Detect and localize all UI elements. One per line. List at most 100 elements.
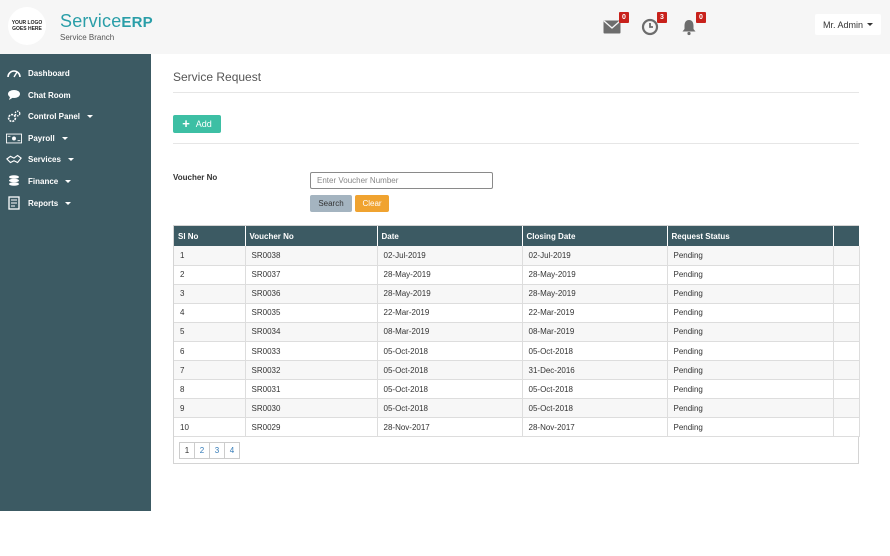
cell-sl-no: 2 [174,265,246,285]
cell-actions [833,322,860,342]
cell-actions [833,398,860,419]
sidebar-item-chat-room[interactable]: Chat Room [0,85,151,105]
page-link-2[interactable]: 2 [194,442,210,459]
cell-sl-no: 3 [174,284,246,304]
cell-date: 02-Jul-2019 [377,246,523,266]
table-header-row: Sl No Voucher No Date Closing Date Reque… [174,226,860,246]
cell-voucher-no: SR0038 [245,246,378,266]
cell-status: Pending [667,398,834,419]
sidebar-item-label: Control Panel [28,111,81,121]
table-row[interactable]: 6 SR0033 05-Oct-2018 05-Oct-2018 Pending [174,341,860,362]
notifications-badge: 0 [696,12,706,23]
messages-badge: 0 [619,12,629,23]
page-link-4[interactable]: 4 [224,442,240,459]
cell-actions [833,265,860,285]
column-header-date[interactable]: Date [377,226,523,246]
table-row[interactable]: 3 SR0036 28-May-2019 28-May-2019 Pending [174,284,860,304]
cell-actions [833,284,860,304]
cell-closing-date: 05-Oct-2018 [522,398,668,419]
chevron-down-icon [87,114,94,118]
service-request-table: Sl No Voucher No Date Closing Date Reque… [174,226,860,438]
cell-closing-date: 28-May-2019 [522,284,668,304]
cell-date: 28-May-2019 [377,284,523,304]
column-header-sl-no[interactable]: Sl No [174,226,246,246]
cell-voucher-no: SR0035 [245,303,378,323]
cell-date: 22-Mar-2019 [377,303,523,323]
sidebar-item-services[interactable]: Services [0,149,151,169]
cell-closing-date: 28-May-2019 [522,265,668,285]
chevron-down-icon [867,23,873,26]
sidebar-item-label: Reports [28,198,59,208]
table-row[interactable]: 9 SR0030 05-Oct-2018 05-Oct-2018 Pending [174,398,860,419]
table-row[interactable]: 10 SR0029 28-Nov-2017 28-Nov-2017 Pendin… [174,417,860,438]
sidebar-item-label: Chat Room [28,90,71,100]
page-link-3[interactable]: 3 [209,442,225,459]
cell-sl-no: 5 [174,322,246,342]
cell-closing-date: 02-Jul-2019 [522,246,668,266]
column-header-request-status[interactable]: Request Status [667,226,834,246]
cell-date: 05-Oct-2018 [377,379,523,400]
cell-status: Pending [667,246,834,266]
brand-subtitle: Service Branch [60,33,115,42]
cell-actions [833,303,860,323]
page-link-1[interactable]: 1 [179,442,195,459]
cell-closing-date: 08-Mar-2019 [522,322,668,342]
cell-actions [833,379,860,400]
user-menu-button[interactable]: Mr. Admin [815,14,881,35]
clear-button[interactable]: Clear [355,195,389,212]
table-row[interactable]: 5 SR0034 08-Mar-2019 08-Mar-2019 Pending [174,322,860,342]
cell-closing-date: 05-Oct-2018 [522,341,668,362]
cell-status: Pending [667,265,834,285]
cell-sl-no: 6 [174,341,246,362]
coins-icon [6,174,22,188]
cell-voucher-no: SR0034 [245,322,378,342]
cell-sl-no: 10 [174,417,246,438]
cell-date: 28-May-2019 [377,265,523,285]
company-logo[interactable]: YOUR LOGO GOES HERE [8,7,46,45]
table-row[interactable]: 4 SR0035 22-Mar-2019 22-Mar-2019 Pending [174,303,860,323]
reminders-button[interactable]: 3 [641,12,667,36]
cell-actions [833,246,860,266]
table-row[interactable]: 2 SR0037 28-May-2019 28-May-2019 Pending [174,265,860,285]
cell-voucher-no: SR0036 [245,284,378,304]
column-header-voucher-no[interactable]: Voucher No [245,226,378,246]
cell-status: Pending [667,360,834,381]
cell-date: 05-Oct-2018 [377,341,523,362]
cell-status: Pending [667,284,834,304]
cell-sl-no: 1 [174,246,246,266]
column-header-closing-date[interactable]: Closing Date [522,226,668,246]
cell-status: Pending [667,303,834,323]
sidebar-item-finance[interactable]: Finance [0,171,151,191]
messages-button[interactable]: 0 [603,12,629,36]
chevron-down-icon [65,201,72,205]
add-button[interactable]: + Add [173,115,221,133]
cell-closing-date: 31-Dec-2016 [522,360,668,381]
chevron-down-icon [65,179,72,183]
plus-icon: + [182,116,190,131]
service-request-table-container: Sl No Voucher No Date Closing Date Reque… [173,225,860,464]
table-row[interactable]: 7 SR0032 05-Oct-2018 31-Dec-2016 Pending [174,360,860,381]
search-button[interactable]: Search [310,195,352,212]
sidebar-item-reports[interactable]: Reports [0,193,151,213]
divider [173,92,859,93]
cell-sl-no: 9 [174,398,246,419]
table-row[interactable]: 1 SR0038 02-Jul-2019 02-Jul-2019 Pending [174,246,860,266]
cash-icon [6,131,22,145]
user-name: Mr. Admin [822,19,863,30]
brand: ServiceERP Service Branch [60,12,153,42]
sidebar-item-dashboard[interactable]: Dashboard [0,63,151,83]
cell-closing-date: 05-Oct-2018 [522,379,668,400]
sidebar-item-payroll[interactable]: Payroll [0,128,151,148]
cell-date: 05-Oct-2018 [377,398,523,419]
report-icon [6,196,22,210]
sidebar-item-label: Finance [28,176,59,186]
voucher-number-input[interactable] [310,172,493,189]
notifications-button[interactable]: 0 [680,12,706,36]
table-row[interactable]: 8 SR0031 05-Oct-2018 05-Oct-2018 Pending [174,379,860,400]
cell-status: Pending [667,322,834,342]
pagination: 1 2 3 4 [179,442,240,459]
logo-text-line2: GOES HERE [12,26,42,32]
chevron-down-icon [61,136,68,140]
sidebar-item-control-panel[interactable]: Control Panel [0,106,151,126]
cell-voucher-no: SR0037 [245,265,378,285]
